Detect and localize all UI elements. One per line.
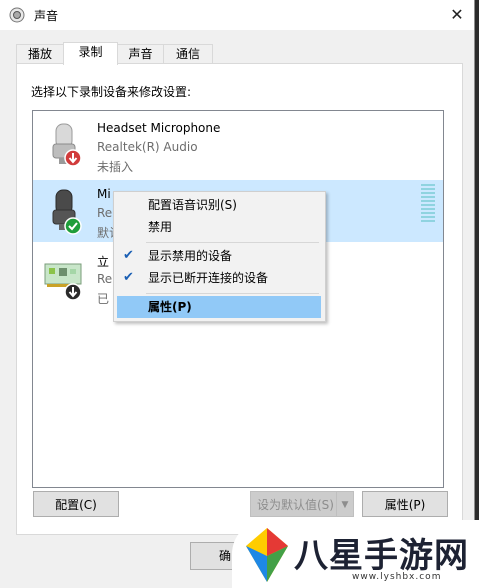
tab-sounds[interactable]: 声音 [116, 44, 165, 64]
configure-button[interactable]: 配置(C) [33, 491, 119, 517]
logo-icon [246, 528, 288, 582]
level-meter [421, 184, 435, 224]
sound-card-icon [44, 263, 82, 301]
menu-item-show-disabled[interactable]: ✔ 显示禁用的设备 [117, 245, 321, 267]
chevron-down-icon[interactable]: ▼ [336, 492, 353, 516]
menu-item-label: 显示已断开连接的设备 [148, 271, 269, 285]
menu-item-show-disconnected[interactable]: ✔ 显示已断开连接的设备 [117, 267, 321, 289]
watermark-text: 八星手游网 [294, 536, 469, 576]
site-watermark: 八星手游网 www.lyshbx.com [232, 520, 479, 588]
device-name: 立 [97, 255, 110, 269]
close-button[interactable]: ✕ [442, 1, 472, 29]
speaker-icon [9, 7, 25, 23]
menu-item-label: 显示禁用的设备 [148, 249, 233, 263]
watermark-url: www.lyshbx.com [352, 572, 442, 582]
device-status: 已 [97, 292, 110, 306]
device-status: 未插入 [97, 160, 134, 174]
set-default-button[interactable]: 设为默认值(S) ▼ [250, 491, 354, 517]
menu-item-label: 配置语音识别(S) [148, 198, 237, 212]
device-driver: Re [97, 272, 113, 286]
microphone-icon [52, 189, 82, 235]
menu-item-properties[interactable]: 属性(P) [117, 296, 321, 318]
tab-recording[interactable]: 录制 [63, 42, 118, 65]
microphone-icon [52, 123, 82, 167]
sound-dialog: 声音 ✕ 播放 录制 声音 通信 选择以下录制设备来修改设置: Headset … [0, 0, 475, 588]
device-name: Mi [97, 187, 111, 201]
device-row-headset-mic[interactable]: Headset Microphone Realtek(R) Audio 未插入 [33, 114, 443, 176]
title-bar: 声音 ✕ [0, 0, 474, 30]
menu-item-label: 属性(P) [148, 300, 192, 314]
properties-button[interactable]: 属性(P) [362, 491, 448, 517]
device-driver: Realtek(R) Audio [97, 140, 198, 154]
instruction-text: 选择以下录制设备来修改设置: [31, 85, 192, 99]
menu-separator [146, 242, 319, 243]
tab-communications[interactable]: 通信 [163, 44, 213, 64]
tab-playback[interactable]: 播放 [16, 44, 64, 64]
checkmark-icon: ✔ [123, 248, 134, 263]
set-default-label: 设为默认值(S) [257, 498, 334, 512]
menu-item-configure-speech[interactable]: 配置语音识别(S) [117, 194, 321, 216]
checkmark-icon: ✔ [123, 270, 134, 285]
context-menu: 配置语音识别(S) 禁用 ✔ 显示禁用的设备 ✔ 显示已断开连接的设备 属性(P… [113, 191, 326, 322]
window-title: 声音 [34, 9, 59, 23]
menu-item-label: 禁用 [148, 220, 173, 234]
menu-separator [146, 293, 319, 294]
device-name: Headset Microphone [97, 121, 221, 135]
device-driver: Re [97, 206, 113, 220]
menu-item-disable[interactable]: 禁用 [117, 216, 321, 238]
